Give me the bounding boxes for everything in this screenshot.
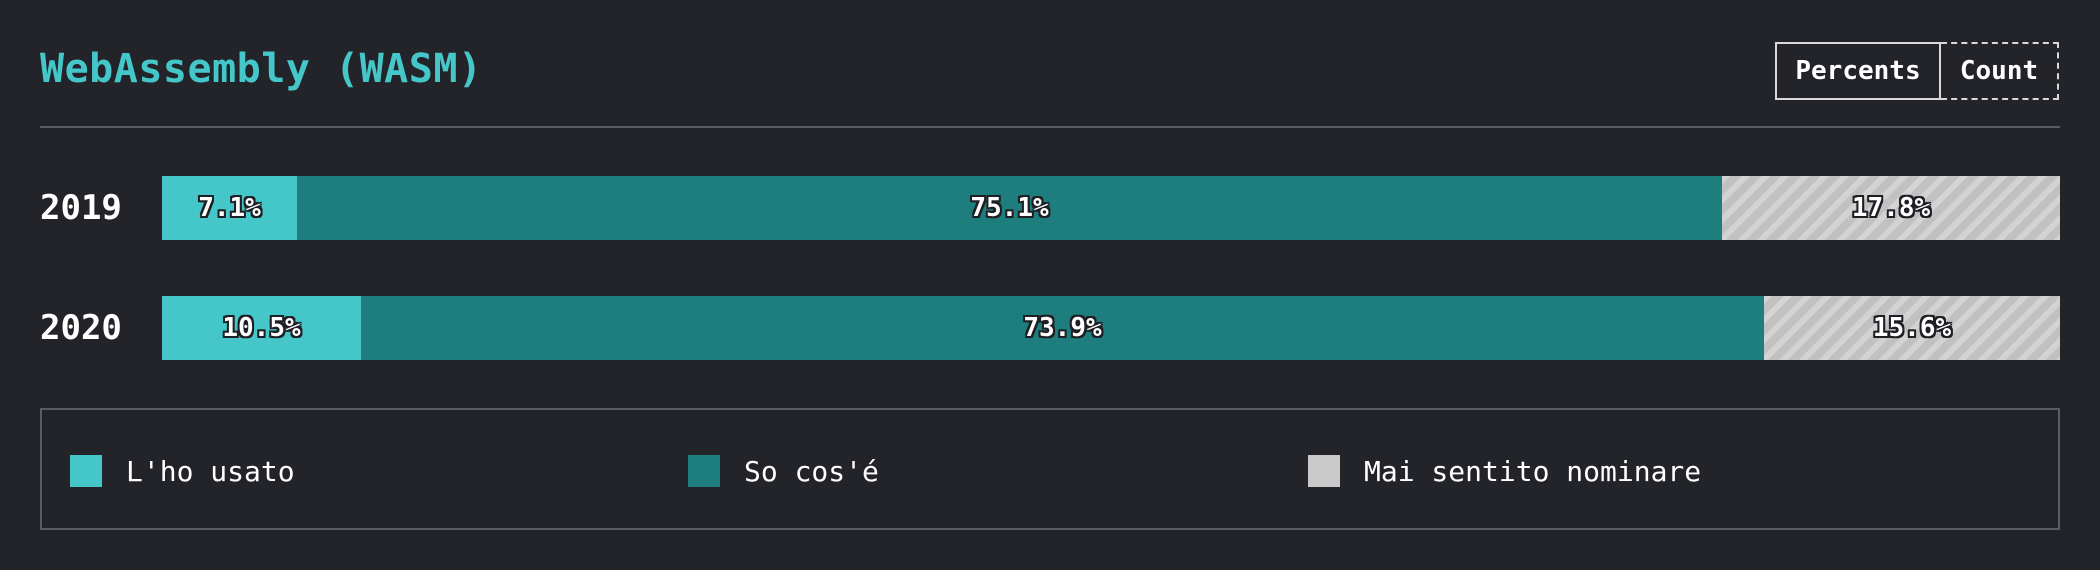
legend-swatch-never-heard [1308,455,1340,487]
count-button[interactable]: Count [1941,42,2059,100]
legend-swatch-know [688,455,720,487]
legend-label-know: So cos'é [744,454,879,488]
data-label-2019-used: 7.1% [198,193,261,223]
header-divider [40,126,2060,128]
data-label-2020-know: 73.9% [1023,313,1102,343]
data-label-2020-never-heard: 15.6% [1872,313,1952,343]
legend-label-never-heard: Mai sentito nominare [1364,454,1702,488]
legend-item-used[interactable]: L'ho usato [70,454,295,488]
percents-button[interactable]: Percents [1775,42,1941,100]
legend-item-never-heard[interactable]: Mai sentito nominare [1308,454,1701,488]
legend-item-know[interactable]: So cos'é [688,454,879,488]
legend-swatch-used [70,455,102,487]
bar-segment-2020-know[interactable]: 73.9% [361,296,1764,360]
bar-segment-2019-used[interactable]: 7.1% [162,176,297,240]
bar-segment-2020-used[interactable]: 10.5% [162,296,361,360]
chart-title: WebAssembly (WASM) [40,46,483,92]
unit-toggle: Percents Count [1775,42,2059,104]
bar-2020: 10.5% 73.9% 15.6% [162,296,2060,360]
row-label-2020: 2020 [40,308,122,348]
bar-segment-2020-never-heard[interactable]: 15.6% [1764,296,2060,360]
bar-segment-2019-never-heard[interactable]: 17.8% [1722,176,2060,240]
data-label-2020-used: 10.5% [222,313,301,343]
data-label-2019-know: 75.1% [970,193,1049,223]
row-label-2019: 2019 [40,188,122,228]
data-label-2019-never-heard: 17.8% [1851,193,1931,223]
legend-label-used: L'ho usato [126,454,295,488]
bar-2019: 7.1% 75.1% 17.8% [162,176,2060,240]
legend: L'ho usato So cos'é Mai sentito nominare [40,408,2060,530]
bar-segment-2019-know[interactable]: 75.1% [297,176,1722,240]
